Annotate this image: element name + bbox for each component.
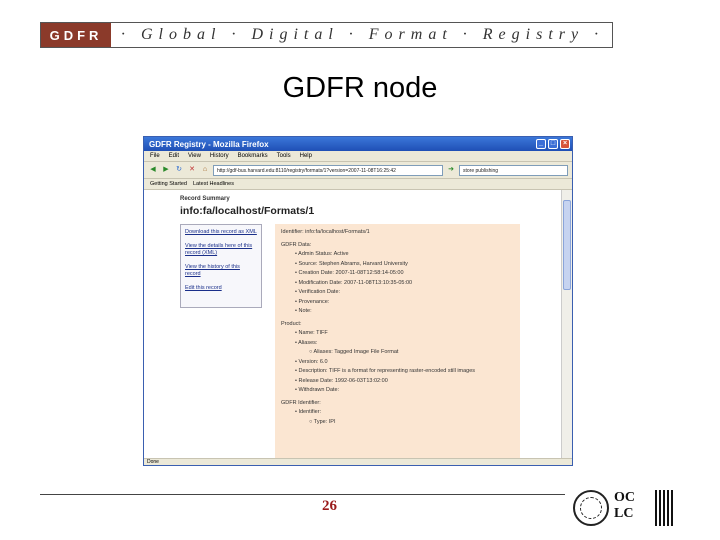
stop-icon[interactable]: ✕: [187, 165, 197, 175]
list-item: • Modification Date: 2007-11-08T13:10:35…: [295, 279, 413, 286]
list-item: • Identifier:: [295, 409, 322, 415]
list-item: • Version: 6.0: [295, 358, 328, 365]
gdfr-logo: GDFR: [41, 23, 111, 47]
list-item: • Name: TIFF: [295, 330, 328, 336]
footer-divider: [40, 494, 565, 495]
close-button[interactable]: ×: [560, 139, 570, 149]
vertical-scrollbar[interactable]: [561, 190, 572, 458]
slide-title: GDFR node: [282, 72, 438, 104]
view-history-link[interactable]: View the history of this record: [185, 264, 257, 278]
window-title: GDFR Registry - Mozilla Firefox: [149, 139, 269, 149]
back-arrow-icon[interactable]: ◀: [148, 165, 158, 175]
minimize-button[interactable]: _: [536, 139, 546, 149]
list-item: • Admin Status: Active: [295, 251, 349, 257]
record-summary-label: Record Summary: [180, 196, 230, 202]
oclc-bars-icon: [655, 490, 675, 526]
list-item: • Creation Date: 2007-11-08T12:58:14-05:…: [295, 270, 404, 276]
forward-arrow-icon[interactable]: ▶: [161, 165, 171, 175]
reload-icon[interactable]: ↻: [174, 165, 184, 175]
record-id-heading: info:fa/localhost/Formats/1: [180, 205, 315, 217]
list-item: • Withdrawn Date:: [295, 387, 340, 393]
bookmark-latest-headlines[interactable]: Latest Headlines: [193, 181, 234, 187]
list-item: • Description: TIFF is a format for repr…: [295, 368, 476, 374]
bookmark-getting-started[interactable]: Getting Started: [150, 181, 187, 187]
list-item: • Source: Stephen Abrams, Harvard Univer…: [295, 260, 408, 267]
seal-logo-icon: [573, 490, 609, 526]
gdfr-identifier-label: GDFR Identifier:: [281, 399, 321, 406]
bookmarks-toolbar: Getting Started Latest Headlines: [144, 179, 572, 190]
search-input[interactable]: store publishing: [459, 164, 568, 176]
list-item: • Verification Date:: [295, 289, 341, 295]
browser-window: GDFR Registry - Mozilla Firefox _ □ × Fi…: [143, 136, 573, 466]
header-banner: GDFR · Global · Digital · Format · Regis…: [40, 22, 613, 48]
list-item: ○ Type: IPI: [309, 418, 336, 425]
menu-view[interactable]: View: [188, 153, 201, 159]
url-input[interactable]: http://gdf-bus.harvard.edu:8110/registry…: [213, 164, 443, 176]
menu-bookmarks[interactable]: Bookmarks: [238, 153, 268, 159]
detail-identifier: Identifier: info:fa/localhost/Formats/1: [281, 229, 370, 235]
page-number: 26: [322, 498, 337, 514]
page-content: Record Summary info:fa/localhost/Formats…: [144, 190, 563, 458]
edit-record-link[interactable]: Edit this record: [185, 285, 257, 292]
product-label: Product:: [281, 320, 302, 327]
record-detail-panel: Identifier: info:fa/localhost/Formats/1 …: [275, 224, 520, 458]
list-item: • Release Date: 1992-06-03T13:02:00: [295, 377, 388, 384]
gdfr-data-label: GDFR Data:: [281, 241, 312, 248]
status-bar: Done: [144, 458, 572, 465]
menu-edit[interactable]: Edit: [169, 153, 179, 159]
scrollbar-thumb[interactable]: [563, 200, 571, 290]
menu-history[interactable]: History: [210, 153, 229, 159]
menu-bar: File Edit View History Bookmarks Tools H…: [144, 151, 572, 162]
home-icon[interactable]: ⌂: [200, 165, 210, 175]
go-icon[interactable]: ➜: [446, 165, 456, 175]
download-xml-link[interactable]: Download this record as XML: [185, 229, 257, 236]
menu-tools[interactable]: Tools: [277, 153, 291, 159]
list-item: • Aliases:: [295, 339, 318, 346]
menu-help[interactable]: Help: [300, 153, 312, 159]
view-details-link[interactable]: View the details here of this record (XM…: [185, 243, 257, 257]
window-titlebar: GDFR Registry - Mozilla Firefox _ □ ×: [144, 137, 572, 151]
record-actions-sidebar: Download this record as XML View the det…: [180, 224, 262, 308]
banner-tagline: · Global · Digital · Format · Registry ·: [121, 26, 605, 43]
list-item: ○ Aliases: Tagged Image File Format: [309, 349, 399, 355]
maximize-button[interactable]: □: [548, 139, 558, 149]
menu-file[interactable]: File: [150, 153, 160, 159]
list-item: • Note:: [295, 308, 312, 314]
navigation-toolbar: ◀ ▶ ↻ ✕ ⌂ http://gdf-bus.harvard.edu:811…: [144, 162, 572, 179]
list-item: • Provenance:: [295, 298, 330, 305]
